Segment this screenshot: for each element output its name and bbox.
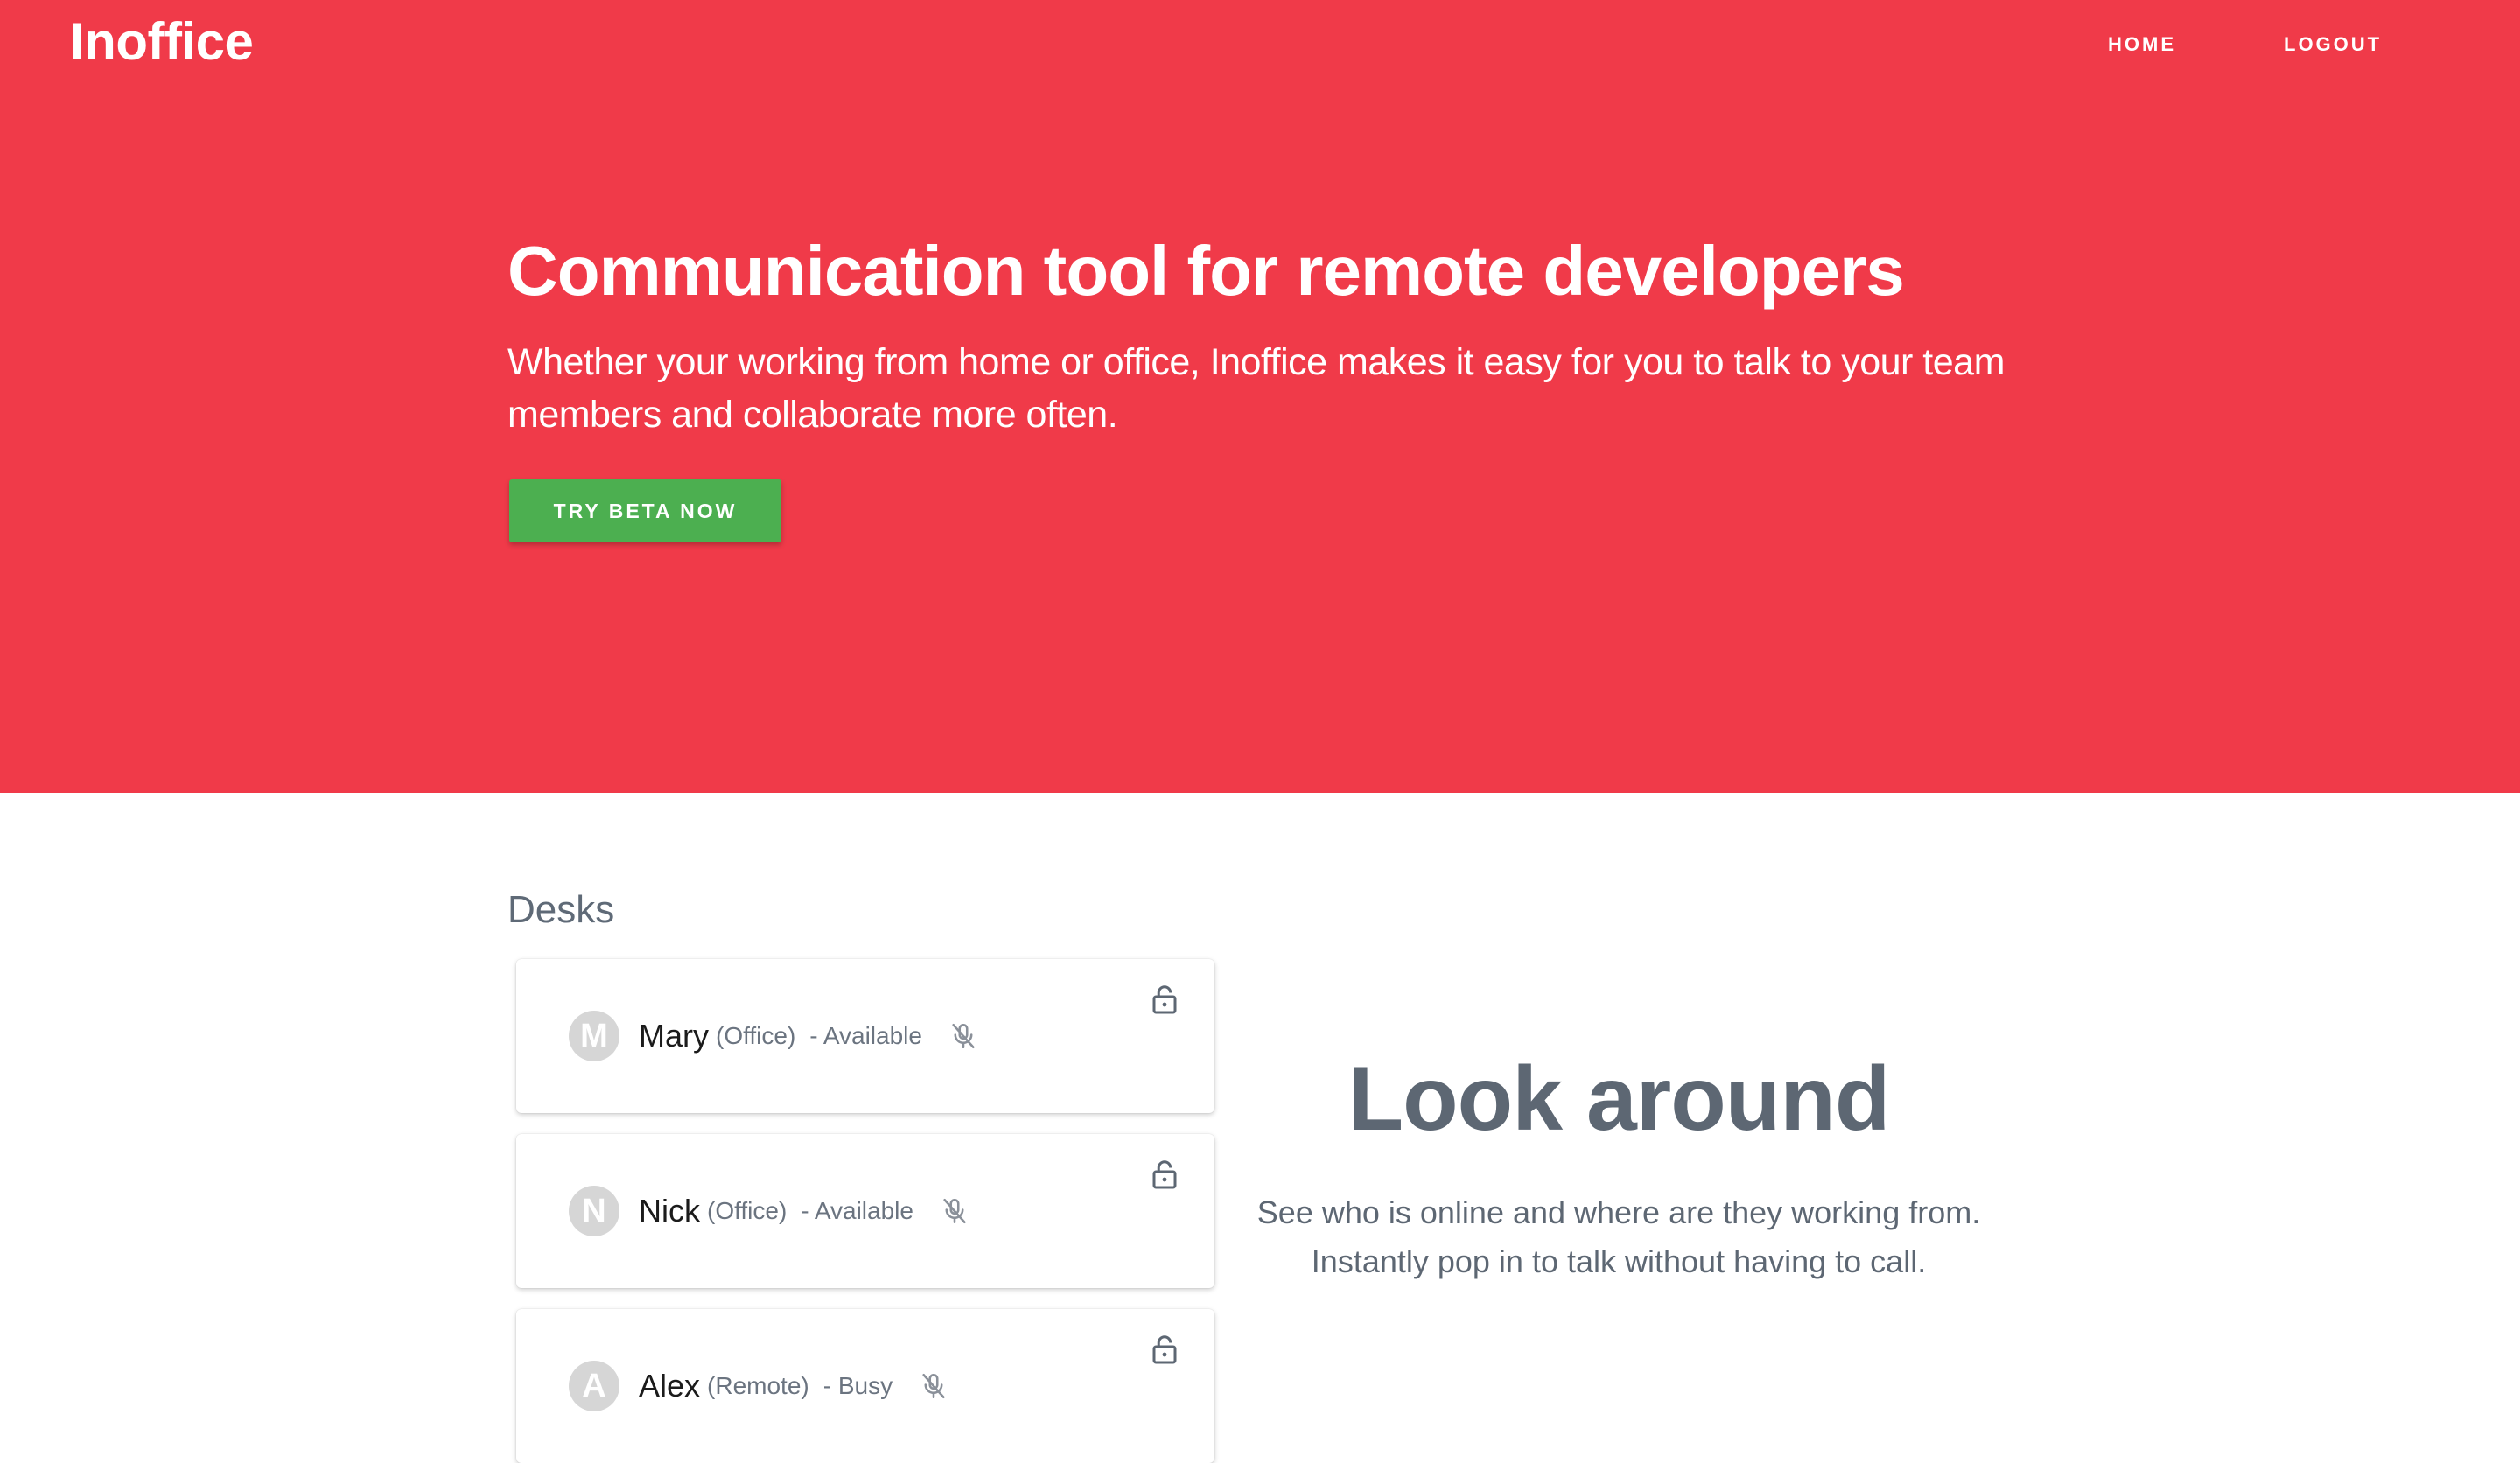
- nav-home-link[interactable]: HOME: [2108, 32, 2176, 58]
- lock-icon[interactable]: [1152, 984, 1178, 1015]
- desk-card[interactable]: M Mary (Office) - Available: [516, 959, 1214, 1113]
- avatar: M: [569, 1011, 620, 1061]
- feature-line-2: Instantly pop in to talk without having …: [1311, 1243, 1927, 1279]
- desk-user-location: (Office): [707, 1197, 788, 1224]
- hero-section: Inoffice HOME LOGOUT Communication tool …: [0, 0, 2520, 793]
- lock-icon[interactable]: [1152, 1334, 1178, 1365]
- hero-subtitle: Whether your working from home or office…: [508, 341, 2005, 436]
- desk-user-name: Alex: [639, 1368, 701, 1404]
- desk-user-name: Nick: [639, 1193, 700, 1228]
- desk-user-name: Mary: [639, 1018, 709, 1054]
- desk-user-row: N Nick (Office) - Available: [569, 1185, 970, 1237]
- desk-user-row: M Mary (Office) - Available: [569, 1010, 978, 1062]
- app-logo[interactable]: Inoffice: [70, 10, 254, 74]
- avatar: A: [569, 1361, 620, 1411]
- mic-off-icon[interactable]: [940, 1196, 970, 1226]
- feature-title: Look around: [1348, 1048, 1891, 1150]
- feature-description: See who is online and where are they wor…: [1225, 1188, 2012, 1286]
- desk-card[interactable]: A Alex (Remote) - Busy: [516, 1309, 1214, 1463]
- mic-off-icon[interactable]: [919, 1371, 948, 1401]
- feature-line-1: See who is online and where are they wor…: [1256, 1194, 1981, 1230]
- avatar: N: [569, 1186, 620, 1236]
- desks-heading: Desks: [508, 888, 615, 931]
- desk-user-location: (Remote): [707, 1372, 809, 1399]
- desk-user-row: A Alex (Remote) - Busy: [569, 1360, 948, 1412]
- try-beta-button[interactable]: TRY BETA NOW: [509, 480, 781, 542]
- desk-user-status: - Busy: [822, 1372, 893, 1399]
- desk-user-status: - Available: [809, 1022, 922, 1049]
- nav-logout-link[interactable]: LOGOUT: [2284, 32, 2382, 58]
- desk-user-location: (Office): [716, 1022, 796, 1049]
- hero-title: Communication tool for remote developers: [508, 232, 1905, 310]
- lock-icon[interactable]: [1152, 1158, 1178, 1190]
- desk-card[interactable]: N Nick (Office) - Available: [516, 1134, 1214, 1288]
- desk-user-status: - Available: [801, 1197, 914, 1224]
- mic-off-icon[interactable]: [948, 1021, 978, 1051]
